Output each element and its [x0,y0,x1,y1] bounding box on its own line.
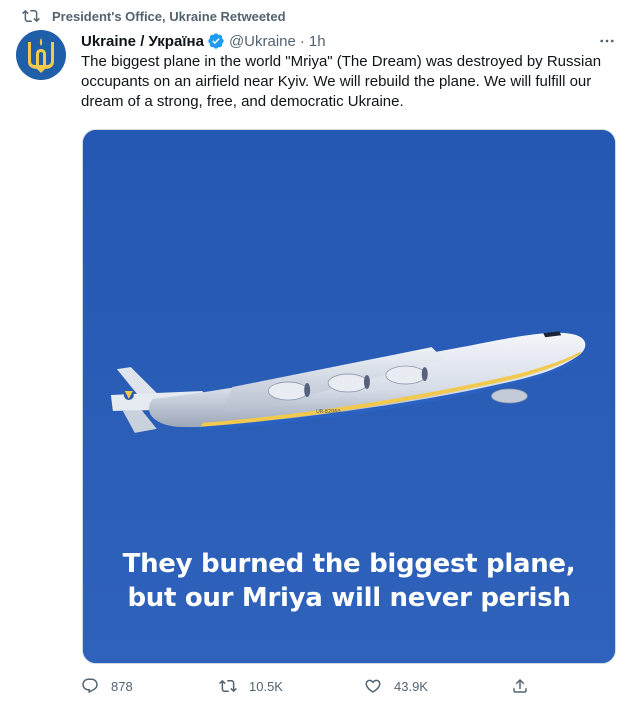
tweet-timestamp[interactable]: 1h [309,33,326,50]
separator-dot: · [299,32,305,50]
caption-line-2: but our Mriya will never perish [127,583,571,613]
more-options-icon[interactable] [596,30,618,52]
caption-line-1: They burned the biggest plane, [122,549,576,579]
svg-text:UR-82060: UR-82060 [316,409,340,415]
tweet-text: The biggest plane in the world "Mriya" (… [81,53,602,110]
retweet-context[interactable]: President's Office, Ukraine Retweeted [22,6,286,26]
share-icon [513,678,527,693]
heart-icon [365,679,381,693]
tweet-action-bar: 878 10.5K 43.9K [81,677,531,701]
retweet-count: 10.5K [249,678,283,694]
retweet-button[interactable]: 10.5K [219,677,283,695]
reply-count: 878 [111,678,133,694]
verified-badge-icon [208,33,224,49]
media-caption: They burned the biggest plane, but our M… [83,547,615,615]
tweet-media-image[interactable]: UR-82060 They burned the biggest plane, … [82,129,616,664]
like-count: 43.9K [394,678,428,694]
avatar[interactable] [16,30,66,80]
reply-icon [82,678,98,694]
retweet-icon [22,9,40,23]
share-button[interactable] [511,677,541,695]
retweet-action-icon [219,679,237,693]
ukraine-trident-icon [28,38,54,73]
author-display-name[interactable]: Ukraine / Україна [81,33,204,50]
author-handle[interactable]: @Ukraine [229,33,296,50]
reply-button[interactable]: 878 [81,677,133,695]
tweet-header: Ukraine / Україна @Ukraine · 1h [81,30,621,52]
like-button[interactable]: 43.9K [364,677,428,695]
tweet-content: Ukraine / Україна @Ukraine · 1h The bigg… [81,30,621,112]
retweet-context-text: President's Office, Ukraine Retweeted [52,8,286,24]
